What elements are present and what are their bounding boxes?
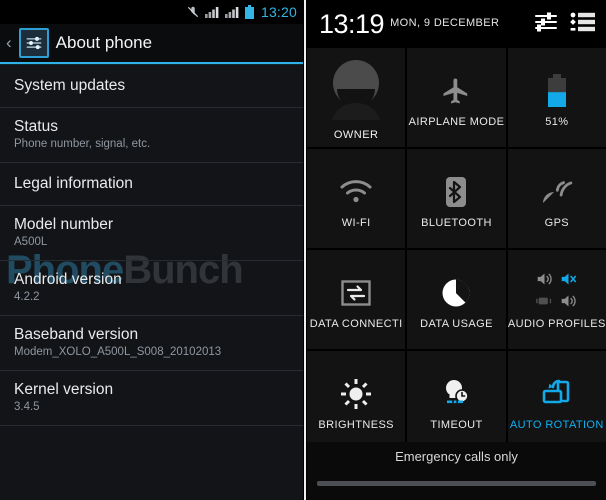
list-item[interactable]: System updates xyxy=(0,65,303,108)
data-transfer-icon xyxy=(341,270,371,316)
qs-tile-label: AUTO ROTATION xyxy=(509,418,604,431)
lightbulb-clock-icon xyxy=(439,371,473,417)
list-item-title: System updates xyxy=(14,77,126,94)
signal-bars-icon xyxy=(224,6,240,18)
qs-tile-brightness[interactable]: BRIGHTNESS xyxy=(307,351,406,450)
list-item-title: Status xyxy=(14,118,58,135)
qs-tile-audio-profiles[interactable]: AUDIO PROFILES xyxy=(507,250,606,349)
pie-chart-icon xyxy=(441,270,471,316)
airplane-icon xyxy=(440,68,472,114)
qs-tile-label: AUDIO PROFILES xyxy=(507,317,606,330)
qs-date: MON, 9 DECEMBER xyxy=(390,17,500,29)
qs-clock: 13:19 xyxy=(319,8,385,39)
qs-tile-label: BLUETOOTH xyxy=(421,216,492,229)
qs-tile-airplane-mode[interactable]: AIRPLANE MODE xyxy=(407,48,506,147)
bluetooth-icon xyxy=(444,169,468,215)
qs-tile-battery[interactable]: 51% xyxy=(507,48,606,147)
qs-tile-label: TIMEOUT xyxy=(430,418,483,431)
qs-tile-label: OWNER xyxy=(333,129,379,141)
qs-tile-label: WI-FI xyxy=(341,216,371,229)
qs-tile-auto-rotation[interactable]: AUTO ROTATION xyxy=(507,351,606,450)
list-view-icon[interactable] xyxy=(570,11,596,38)
list-item-title: Kernel version xyxy=(14,381,114,398)
list-item-subtitle: A500L xyxy=(14,236,48,248)
list-item-title: Android version xyxy=(14,271,122,288)
qs-tile-data-connection[interactable]: DATA CONNECTI xyxy=(307,250,406,349)
action-bar: ‹ About phone xyxy=(0,24,303,62)
user-avatar-icon xyxy=(324,56,388,120)
quick-settings-panel: 13:19 MON, 9 DECEMBER OWNER AIRPLANE MOD… xyxy=(307,0,606,500)
qs-tile-label: 51% xyxy=(545,115,569,128)
quick-settings-footer: Emergency calls only xyxy=(307,442,606,500)
gps-satellite-icon xyxy=(540,169,574,215)
speaker-profiles-icon xyxy=(536,270,577,316)
battery-icon xyxy=(244,5,254,19)
qs-tile-owner[interactable]: OWNER xyxy=(307,48,406,147)
quick-settings-header: 13:19 MON, 9 DECEMBER xyxy=(307,0,606,48)
qs-tile-label: BRIGHTNESS xyxy=(318,418,394,431)
status-bar: 13:20 xyxy=(0,0,303,24)
list-item-subtitle: 3.4.5 xyxy=(14,401,40,413)
vibrate-icon xyxy=(536,294,553,313)
list-item[interactable]: Kernel version 3.4.5 xyxy=(0,371,303,426)
status-bar-clock: 13:20 xyxy=(260,4,297,20)
drag-handle[interactable] xyxy=(317,481,596,486)
list-item[interactable]: Model number A500L xyxy=(0,206,303,261)
qs-tile-label: GPS xyxy=(544,216,570,229)
settings-list: System updates Status Phone number, sign… xyxy=(0,65,303,426)
battery-icon xyxy=(546,68,568,114)
wifi-icon xyxy=(339,169,373,215)
back-chevron-icon[interactable]: ‹ xyxy=(6,34,12,53)
list-item-subtitle: Modem_XOLO_A500L_S008_20102013 xyxy=(14,346,222,358)
signal-bars-icon xyxy=(204,6,220,18)
settings-sliders-icon[interactable] xyxy=(18,28,49,58)
list-item-title: Legal information xyxy=(14,175,133,192)
quick-settings-grid: OWNER AIRPLANE MODE 51% WI-FI BLUETOOTH … xyxy=(307,48,606,450)
vibrate-mute-icon xyxy=(186,5,200,19)
auto-rotate-icon xyxy=(540,371,574,417)
qs-tile-label: AIRPLANE MODE xyxy=(408,115,505,128)
about-phone-panel: 13:20 ‹ About phone PhoneBunch System up… xyxy=(0,0,303,500)
qs-tile-label: DATA CONNECTI xyxy=(309,317,403,330)
list-item[interactable]: Android version 4.2.2 xyxy=(0,261,303,316)
list-item-title: Baseband version xyxy=(14,326,139,343)
qs-tile-label: DATA USAGE xyxy=(420,317,493,330)
qs-tile-bluetooth[interactable]: BLUETOOTH xyxy=(407,149,506,248)
speaker-loud-icon xyxy=(536,272,553,291)
emergency-status-text: Emergency calls only xyxy=(395,449,518,464)
qs-header-actions xyxy=(534,11,596,38)
list-item-subtitle: Phone number, signal, etc. xyxy=(14,138,151,150)
list-item-subtitle: 4.2.2 xyxy=(14,291,40,303)
page-title: About phone xyxy=(55,33,153,52)
sun-brightness-icon xyxy=(340,371,372,417)
list-item[interactable]: Baseband version Modem_XOLO_A500L_S008_2… xyxy=(0,316,303,371)
qs-tile-data-usage[interactable]: DATA USAGE xyxy=(407,250,506,349)
sliders-settings-icon[interactable] xyxy=(534,11,558,38)
qs-tile-wifi[interactable]: WI-FI xyxy=(307,149,406,248)
list-item-title: Model number xyxy=(14,216,114,233)
list-item[interactable]: Status Phone number, signal, etc. xyxy=(0,108,303,163)
qs-tile-gps[interactable]: GPS xyxy=(507,149,606,248)
speaker-mute-icon xyxy=(560,272,577,291)
qs-tile-timeout[interactable]: TIMEOUT xyxy=(407,351,506,450)
dual-screenshot: 13:20 ‹ About phone PhoneBunch System up… xyxy=(0,0,606,500)
speaker-medium-icon xyxy=(560,294,577,313)
list-item[interactable]: Legal information xyxy=(0,163,303,206)
